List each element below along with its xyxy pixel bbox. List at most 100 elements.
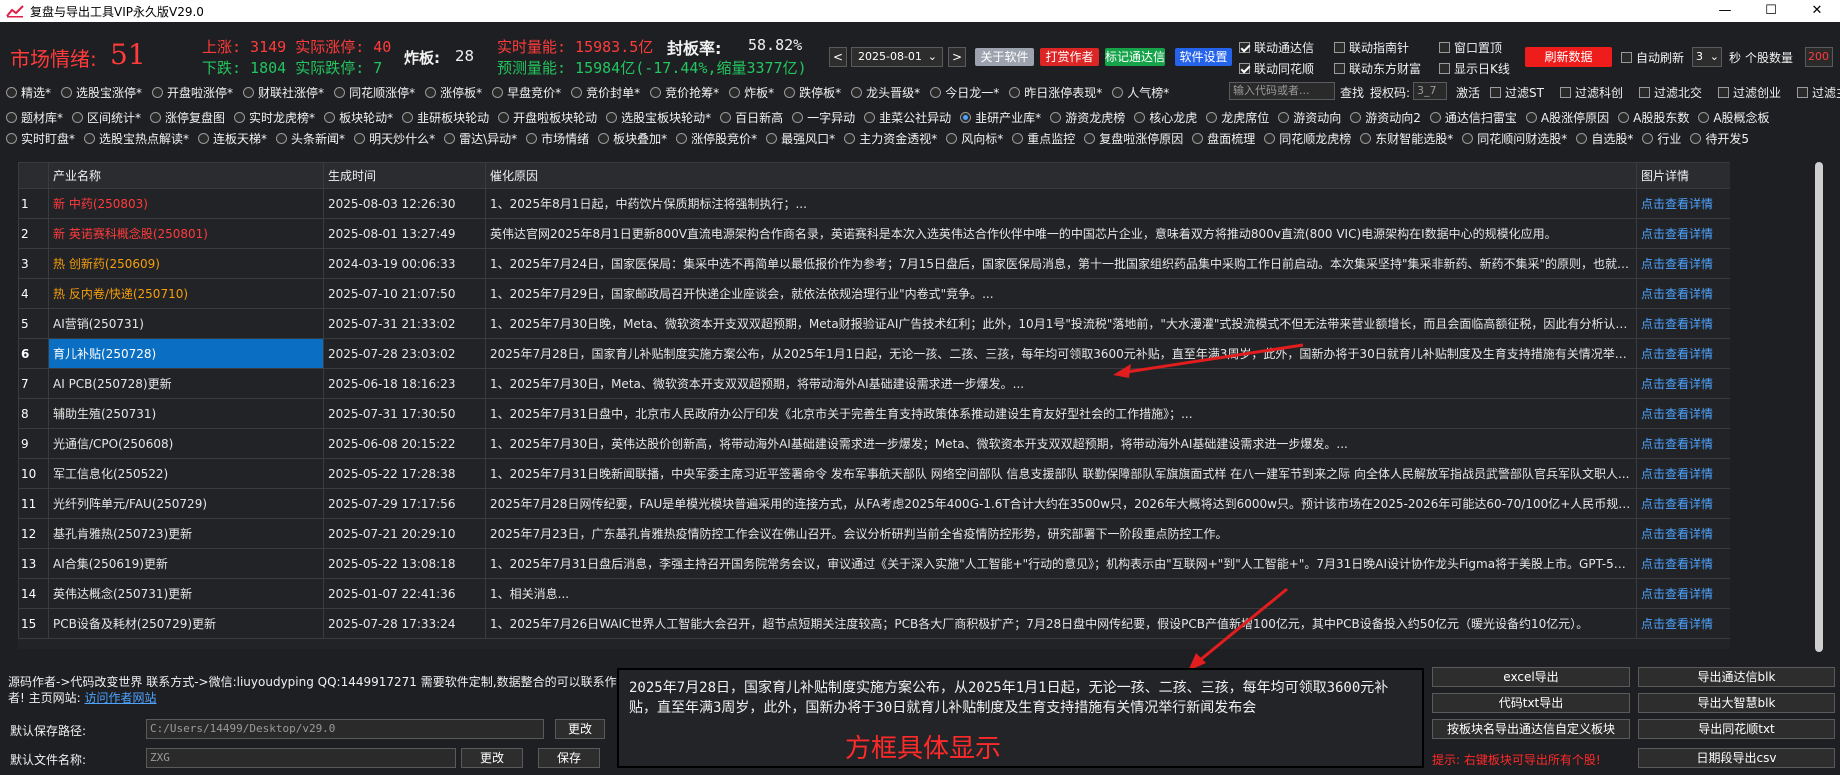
show-kline-check[interactable]: 显示日K线 xyxy=(1439,60,1510,77)
detail-link[interactable]: 点击查看详情 xyxy=(1636,548,1730,579)
save-path-input[interactable]: C:/Users/14499/Desktop/v29.0 xyxy=(146,719,544,739)
filter-option[interactable]: 今日龙一* xyxy=(930,84,999,101)
filter-option[interactable]: 炸板* xyxy=(729,84,774,101)
link-dfcf-check[interactable]: 联动东方财富 xyxy=(1334,60,1421,77)
filter-option[interactable]: 涨停股竞价* xyxy=(676,130,757,147)
excel-export-button[interactable]: excel导出 xyxy=(1432,667,1630,687)
filter-option[interactable]: 最强风口* xyxy=(766,130,835,147)
detail-link[interactable]: 点击查看详情 xyxy=(1636,308,1730,339)
change-file-button[interactable]: 更改 xyxy=(461,748,523,768)
filter-option[interactable]: 百日新高 xyxy=(720,109,783,126)
file-name-input[interactable]: ZXG xyxy=(146,748,456,768)
filter-option[interactable]: 过滤科创 xyxy=(1559,84,1623,101)
filter-option[interactable]: 连板天梯* xyxy=(198,130,267,147)
col-time-header[interactable]: 生成时间 xyxy=(323,162,486,189)
filter-option[interactable]: 东财智能选股* xyxy=(1360,130,1453,147)
auto-refresh-check[interactable]: 自动刷新 xyxy=(1621,49,1684,66)
detail-link[interactable]: 点击查看详情 xyxy=(1636,518,1730,549)
export-dzh-blk-button[interactable]: 导出大智慧blk xyxy=(1638,693,1835,713)
filter-option[interactable]: 早盘竞价* xyxy=(492,84,561,101)
filter-option[interactable]: 盘面梳理 xyxy=(1192,130,1255,147)
filter-option[interactable]: 实时龙虎榜* xyxy=(234,109,315,126)
filter-option[interactable]: 韭菜公社异动 xyxy=(864,109,951,126)
settings-button[interactable]: 软件设置 xyxy=(1175,48,1232,66)
filter-option[interactable]: 同花顺龙虎榜 xyxy=(1264,130,1351,147)
filter-option[interactable]: 一字异动 xyxy=(792,109,855,126)
col-reason-header[interactable]: 催化原因 xyxy=(485,162,1637,189)
filter-option[interactable]: 区间统计* xyxy=(72,109,141,126)
filter-option[interactable]: 游资动向 xyxy=(1278,109,1341,126)
table-row[interactable]: 10 军工信息化(250522) 2025-05-22 17:28:38 1、2025… xyxy=(18,458,1730,489)
link-ths-check[interactable]: 联动同花顺 xyxy=(1239,60,1314,77)
scrollbar-thumb[interactable] xyxy=(1815,162,1823,652)
filter-option[interactable]: 财联社涨停* xyxy=(243,84,324,101)
col-index-header[interactable] xyxy=(18,162,49,189)
detail-link[interactable]: 点击查看详情 xyxy=(1636,428,1730,459)
code-txt-export-button[interactable]: 代码txt导出 xyxy=(1432,693,1630,713)
filter-option[interactable]: 昨日涨停表现* xyxy=(1009,84,1102,101)
filter-option[interactable]: 重点监控 xyxy=(1012,130,1075,147)
filter-option[interactable]: 自选股* xyxy=(1576,130,1633,147)
filter-option[interactable]: 人气榜* xyxy=(1112,84,1169,101)
filter-option[interactable]: 行业 xyxy=(1642,130,1681,147)
filter-option[interactable]: 涨停板* xyxy=(425,84,482,101)
filter-option[interactable]: 核心龙虎 xyxy=(1134,109,1197,126)
prev-date-button[interactable]: < xyxy=(829,47,847,67)
filter-option[interactable]: 竞价抢筹* xyxy=(650,84,719,101)
filter-option[interactable]: 韭研产业库* xyxy=(960,109,1041,126)
filter-option[interactable]: 龙虎席位 xyxy=(1206,109,1269,126)
filter-option[interactable]: 游资龙虎榜 xyxy=(1050,109,1125,126)
filter-option[interactable]: 同花顺涨停* xyxy=(334,84,415,101)
filter-option[interactable]: 待开发5 xyxy=(1690,130,1749,147)
detail-link[interactable]: 点击查看详情 xyxy=(1636,578,1730,609)
filter-option[interactable]: 游资动向2 xyxy=(1350,109,1421,126)
filter-option[interactable]: 板块轮动* xyxy=(324,109,393,126)
close-icon[interactable]: ✕ xyxy=(1794,0,1840,22)
col-name-header[interactable]: 产业名称 xyxy=(48,162,324,189)
filter-option[interactable]: 头条新闻* xyxy=(276,130,345,147)
detail-link[interactable]: 点击查看详情 xyxy=(1636,278,1730,309)
filter-option[interactable]: 同花顺问财选股* xyxy=(1462,130,1567,147)
detail-link[interactable]: 点击查看详情 xyxy=(1636,458,1730,489)
filter-option[interactable]: 精选* xyxy=(6,84,51,101)
search-button[interactable]: 查找 xyxy=(1340,84,1364,101)
table-row[interactable]: 12 基孔肯雅热(250723)更新 2025-07-21 20:29:10 2025… xyxy=(18,518,1730,549)
save-button[interactable]: 保存 xyxy=(538,748,600,768)
detail-link[interactable]: 点击查看详情 xyxy=(1636,218,1730,249)
filter-option[interactable]: 过滤创业 xyxy=(1717,84,1781,101)
filter-option[interactable]: 涨停复盘图 xyxy=(150,109,225,126)
link-zhinan-check[interactable]: 联动指南针 xyxy=(1334,39,1409,56)
link-tdx-check[interactable]: 联动通达信 xyxy=(1239,39,1314,56)
filter-option[interactable]: 明天炒什么* xyxy=(354,130,435,147)
filter-option[interactable]: 板块叠加* xyxy=(598,130,667,147)
col-detail-header[interactable]: 图片详情 xyxy=(1636,162,1730,189)
mark-tdx-button[interactable]: 标记通达信 xyxy=(1105,48,1165,66)
filter-option[interactable]: 开盘啦涨停* xyxy=(152,84,233,101)
about-button[interactable]: 关于软件 xyxy=(975,48,1034,66)
table-row[interactable]: 5 AI营销(250731) 2025-07-31 21:33:02 1、2025年7… xyxy=(18,308,1730,339)
activate-button[interactable]: 激活 xyxy=(1456,84,1480,101)
date-select[interactable]: 2025-08-01 ⌄ xyxy=(851,47,943,67)
table-row[interactable]: 8 辅助生殖(250731) 2025-07-31 17:30:50 1、2025年7… xyxy=(18,398,1730,429)
filter-option[interactable]: A股概念板 xyxy=(1698,109,1770,126)
filter-option[interactable]: 通达信扫雷宝 xyxy=(1429,109,1517,126)
table-row[interactable]: 6 育儿补贴(250728) 2025-07-28 23:03:02 2025年7月2… xyxy=(18,338,1730,369)
interval-select[interactable]: 3 ⌄ xyxy=(1692,47,1722,67)
detail-link[interactable]: 点击查看详情 xyxy=(1636,338,1730,369)
detail-link[interactable]: 点击查看详情 xyxy=(1636,488,1730,519)
table-row[interactable]: 13 AI合集(250619)更新 2025-05-22 13:08:18 1、202… xyxy=(18,548,1730,579)
table-scrollbar[interactable] xyxy=(1813,160,1825,652)
date-range-csv-button[interactable]: 日期段导出csv xyxy=(1638,748,1835,768)
window-top-check[interactable]: 窗口置顶 xyxy=(1439,39,1502,56)
filter-option[interactable]: 开盘啦板块轮动 xyxy=(498,109,597,126)
detail-link[interactable]: 点击查看详情 xyxy=(1636,398,1730,429)
filter-option[interactable]: 竞价封单* xyxy=(571,84,640,101)
table-row[interactable]: 1新 中药(250803) 2025-08-03 12:26:30 1、2025年8… xyxy=(18,188,1730,219)
detail-link[interactable]: 点击查看详情 xyxy=(1636,608,1730,639)
filter-option[interactable]: 题材库* xyxy=(6,109,63,126)
export-ths-txt-button[interactable]: 导出同花顺txt xyxy=(1638,719,1835,739)
detail-link[interactable]: 点击查看详情 xyxy=(1636,368,1730,399)
maximize-icon[interactable]: ☐ xyxy=(1748,0,1794,22)
author-website-link[interactable]: 访问作者网站 xyxy=(85,691,157,705)
filter-option[interactable]: 雷达\异动* xyxy=(444,130,517,147)
